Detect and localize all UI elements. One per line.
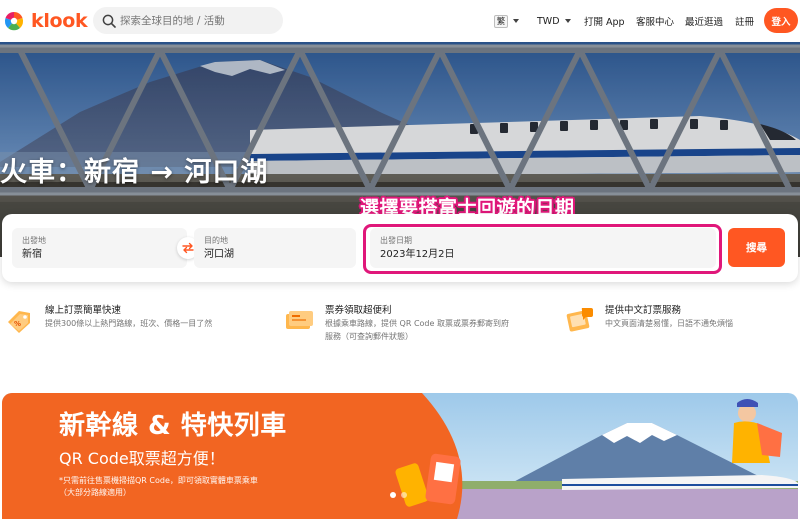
- destination-value: 河口湖: [204, 249, 234, 260]
- carousel-dot-active[interactable]: [390, 492, 396, 498]
- recently-viewed-link[interactable]: 最近逛過: [685, 0, 723, 42]
- date-highlight-box: [363, 224, 722, 274]
- train-search-form: 出發地 新宿 目的地 河口湖 出發日期 2023年12月2日 搜尋: [2, 214, 798, 282]
- klook-logo[interactable]: klook: [3, 8, 88, 34]
- top-navigation-bar: klook 繁 TWD 打開 App 客服中心 最近逛過 註冊 登入: [0, 0, 800, 42]
- help-center-link[interactable]: 客服中心: [636, 0, 674, 42]
- language-selector[interactable]: 繁: [494, 0, 519, 42]
- feature-ticket-pickup: 票券領取超便利 根據乘車路線，提供 QR Code 取票或票券郵寄到府 服務（可…: [283, 300, 553, 350]
- signup-link[interactable]: 註冊: [735, 0, 754, 42]
- klook-logo-icon: [4, 11, 24, 31]
- currency-value: TWD: [537, 15, 560, 27]
- global-search-bar[interactable]: [93, 7, 283, 34]
- feature-description: 提供300條以上熱門路線，班次、價格一目了然: [45, 319, 213, 328]
- open-app-link[interactable]: 打開 App: [584, 0, 625, 42]
- carousel-pagination: [390, 492, 407, 498]
- feature-description-line: 服務（可查詢郵件狀態）: [325, 331, 413, 341]
- search-icon: [102, 14, 116, 28]
- promo-title: 新幹線 & 特快列車: [59, 411, 287, 441]
- phone-chat-icon: [566, 308, 593, 332]
- promo-banner[interactable]: 新幹線 & 特快列車 QR Code取票超方便！ *只需前往售票機掃描QR Co…: [2, 393, 798, 519]
- feature-title: 線上訂票簡單快速: [45, 305, 122, 316]
- chevron-down-icon: [564, 19, 571, 23]
- chevron-down-icon: [513, 19, 519, 23]
- feature-chinese-service: 提供中文訂票服務 中文頁面清楚易懂，日語不通免煩惱: [563, 300, 798, 350]
- destination-field[interactable]: 目的地 河口湖: [194, 228, 356, 268]
- carousel-dot[interactable]: [401, 492, 407, 498]
- feature-description: 根據乘車路線，提供 QR Code 取票或票券郵寄到府 服務（可查詢郵件狀態）: [325, 318, 509, 343]
- feature-description: 中文頁面清楚易懂，日語不通免煩惱: [605, 319, 733, 328]
- search-input[interactable]: [120, 14, 280, 27]
- feature-online-booking: % 線上訂票簡單快速 提供300條以上熱門路線，班次、價格一目了然: [3, 300, 273, 350]
- ticket-icon: [286, 311, 313, 329]
- page-title: 火車：新宿 → 河口湖: [0, 157, 269, 188]
- promo-note-line: *只需前往售票機掃描QR Code，即可領取實體車票乘車: [59, 476, 258, 485]
- origin-label: 出發地: [22, 236, 46, 245]
- feature-description-line: 根據乘車路線，提供 QR Code 取票或票券郵寄到府: [325, 319, 509, 328]
- feature-title: 提供中文訂票服務: [605, 305, 682, 316]
- language-value: 繁: [494, 14, 508, 28]
- destination-label: 目的地: [204, 236, 228, 245]
- promo-note-line: （大部分路線適用）: [59, 488, 131, 497]
- discount-tag-icon: %: [8, 311, 30, 333]
- search-button[interactable]: 搜尋: [728, 228, 785, 267]
- promo-note: *只需前往售票機掃描QR Code，即可領取實體車票乘車 （大部分路線適用）: [59, 475, 258, 499]
- origin-field[interactable]: 出發地 新宿: [12, 228, 187, 268]
- currency-selector[interactable]: TWD: [537, 0, 571, 42]
- origin-value: 新宿: [22, 249, 42, 260]
- login-button[interactable]: 登入: [764, 8, 798, 33]
- promo-subtitle: QR Code取票超方便！: [59, 449, 225, 468]
- svg-text:%: %: [14, 320, 21, 328]
- brand-name: klook: [31, 10, 88, 32]
- swap-arrows-icon: [182, 242, 194, 254]
- feature-title: 票券領取超便利: [325, 305, 392, 316]
